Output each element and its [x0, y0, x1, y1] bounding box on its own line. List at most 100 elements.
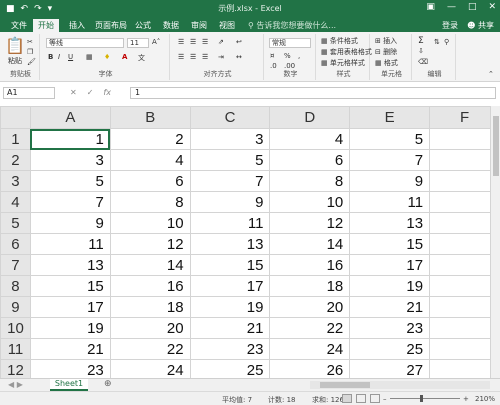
cell-a1[interactable]: 1: [29, 128, 111, 150]
phonetic-icon[interactable]: 文: [138, 53, 145, 63]
cell-c9[interactable]: 19: [189, 296, 271, 318]
cell-c10[interactable]: 21: [189, 317, 271, 339]
find-select-icon[interactable]: ⚲: [444, 38, 449, 46]
cell-a9[interactable]: 17: [29, 296, 111, 318]
format-painter-icon[interactable]: 🖌: [27, 58, 36, 66]
tab-view[interactable]: 视图: [214, 19, 240, 32]
cell-f10[interactable]: [429, 317, 500, 339]
vertical-scrollbar[interactable]: [490, 106, 500, 378]
cell-b12[interactable]: 24: [109, 359, 191, 378]
add-sheet-icon[interactable]: ⊕: [104, 379, 112, 389]
cell-f5[interactable]: [429, 212, 500, 234]
cell-f1[interactable]: [429, 128, 500, 150]
cell-d3[interactable]: 8: [269, 170, 351, 192]
cell-b9[interactable]: 18: [109, 296, 191, 318]
cell-b6[interactable]: 12: [109, 233, 191, 255]
cell-d12[interactable]: 26: [269, 359, 351, 378]
formula-input[interactable]: 1: [130, 87, 496, 99]
column-header-f[interactable]: F: [429, 106, 500, 129]
sign-in-link[interactable]: 登录: [442, 20, 458, 31]
cut-icon[interactable]: ✂: [27, 38, 33, 46]
zoom-level[interactable]: 210%: [475, 395, 495, 403]
share-button[interactable]: ☻ 共享: [467, 20, 494, 31]
cell-e6[interactable]: 15: [349, 233, 431, 255]
cell-a10[interactable]: 19: [29, 317, 111, 339]
top-align-icon[interactable]: ☰: [178, 38, 184, 46]
page-break-view-icon[interactable]: [370, 394, 380, 403]
clear-icon[interactable]: ⌫: [418, 58, 428, 66]
page-layout-view-icon[interactable]: [356, 394, 366, 403]
ribbon-display-icon[interactable]: ▣: [426, 2, 435, 12]
row-header-9[interactable]: 9: [0, 296, 31, 318]
cell-f6[interactable]: [429, 233, 500, 255]
cell-a4[interactable]: 7: [29, 191, 111, 213]
sheet-tab-sheet1[interactable]: Sheet1: [50, 379, 88, 391]
cell-e8[interactable]: 19: [349, 275, 431, 297]
number-format-select[interactable]: 常规: [269, 38, 311, 48]
paste-icon[interactable]: 📋: [5, 36, 25, 55]
cell-d6[interactable]: 14: [269, 233, 351, 255]
cell-d5[interactable]: 12: [269, 212, 351, 234]
cell-a7[interactable]: 13: [29, 254, 111, 276]
tell-me-search[interactable]: ⚲ 告诉我您想要做什么...: [248, 20, 336, 31]
font-color-icon[interactable]: A: [122, 53, 127, 61]
row-header-12[interactable]: 12: [0, 359, 31, 378]
insert-function-button[interactable]: fx: [103, 87, 111, 99]
horizontal-scroll-thumb[interactable]: [320, 382, 370, 388]
column-header-b[interactable]: B: [109, 106, 191, 129]
row-header-1[interactable]: 1: [0, 128, 31, 150]
cell-d4[interactable]: 10: [269, 191, 351, 213]
cell-b10[interactable]: 20: [109, 317, 191, 339]
cell-a2[interactable]: 3: [29, 149, 111, 171]
cell-c1[interactable]: 3: [189, 128, 271, 150]
bold-button[interactable]: B: [48, 53, 53, 61]
column-header-a[interactable]: A: [29, 106, 111, 129]
align-left-icon[interactable]: ☰: [178, 53, 184, 61]
cell-c3[interactable]: 7: [189, 170, 271, 192]
close-button[interactable]: ✕: [488, 2, 496, 12]
tab-file[interactable]: 文件: [6, 19, 32, 32]
grow-font-icon[interactable]: A˄: [152, 38, 160, 46]
tab-data[interactable]: 数据: [158, 19, 184, 32]
align-right-icon[interactable]: ☰: [202, 53, 208, 61]
minimize-button[interactable]: —: [447, 2, 456, 12]
cell-f4[interactable]: [429, 191, 500, 213]
align-center-icon[interactable]: ☰: [190, 53, 196, 61]
cell-d1[interactable]: 4: [269, 128, 351, 150]
cancel-icon[interactable]: ✕: [70, 87, 77, 99]
font-size-select[interactable]: 11: [127, 38, 149, 48]
cell-c5[interactable]: 11: [189, 212, 271, 234]
format-as-table-button[interactable]: ▦ 套用表格格式: [321, 47, 372, 57]
cell-c7[interactable]: 15: [189, 254, 271, 276]
comma-icon[interactable]: ,: [298, 52, 300, 60]
normal-view-icon[interactable]: [342, 394, 352, 403]
cell-d2[interactable]: 6: [269, 149, 351, 171]
cell-b7[interactable]: 14: [109, 254, 191, 276]
column-header-d[interactable]: D: [269, 106, 351, 129]
cell-e11[interactable]: 25: [349, 338, 431, 360]
underline-button[interactable]: U: [68, 53, 73, 61]
cell-c2[interactable]: 5: [189, 149, 271, 171]
cell-a12[interactable]: 23: [29, 359, 111, 378]
tab-formulas[interactable]: 公式: [130, 19, 156, 32]
enter-icon[interactable]: ✓: [87, 87, 94, 99]
cell-b2[interactable]: 4: [109, 149, 191, 171]
cell-b1[interactable]: 2: [109, 128, 191, 150]
fill-color-icon[interactable]: ♦: [104, 53, 110, 61]
delete-cells-button[interactable]: ⊟ 删除: [375, 47, 397, 57]
cell-c4[interactable]: 9: [189, 191, 271, 213]
vertical-scroll-thumb[interactable]: [493, 116, 499, 176]
cell-b11[interactable]: 22: [109, 338, 191, 360]
cell-a8[interactable]: 15: [29, 275, 111, 297]
cell-a5[interactable]: 9: [29, 212, 111, 234]
zoom-in-icon[interactable]: +: [463, 395, 469, 403]
collapse-ribbon-icon[interactable]: ⌃: [488, 70, 494, 78]
cell-d8[interactable]: 18: [269, 275, 351, 297]
cell-e1[interactable]: 5: [349, 128, 431, 150]
currency-icon[interactable]: ¤: [270, 52, 274, 60]
cell-a3[interactable]: 5: [29, 170, 111, 192]
cell-a11[interactable]: 21: [29, 338, 111, 360]
row-header-8[interactable]: 8: [0, 275, 31, 297]
cell-b8[interactable]: 16: [109, 275, 191, 297]
font-name-select[interactable]: 等线: [46, 38, 124, 48]
